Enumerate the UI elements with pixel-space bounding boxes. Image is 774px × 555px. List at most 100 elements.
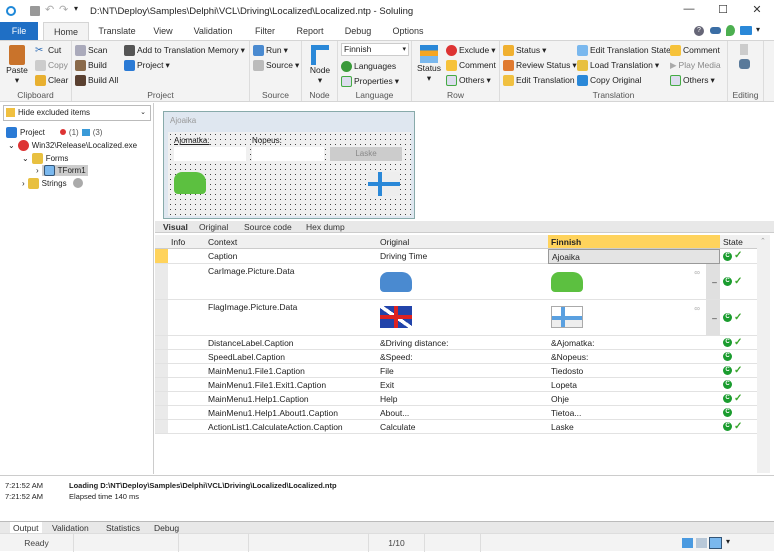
translation-cell[interactable]: Tietoa... (548, 406, 720, 420)
column-header-info[interactable]: Info (168, 235, 205, 249)
tree-node-forms[interactable]: ⌄ Forms (22, 152, 68, 164)
translation-status-button[interactable]: Status ▾ (503, 43, 546, 57)
preview-distance-input[interactable] (174, 147, 246, 161)
collapse-icon[interactable]: ⌄ (22, 154, 29, 163)
original-cell[interactable] (377, 264, 548, 300)
context-cell[interactable]: MainMenu1.Help1.Caption (205, 392, 377, 406)
tree-node-exe[interactable]: ⌄ Win32\Release\Localized.exe (8, 139, 137, 151)
source-button[interactable]: Source ▾ (253, 58, 299, 72)
load-translation-button[interactable]: Load Translation ▾ (577, 58, 659, 72)
context-cell[interactable]: MainMenu1.File1.Caption (205, 364, 377, 378)
grid-scrollbar[interactable]: ⌃ (757, 235, 770, 473)
add-to-tm-button[interactable]: Add to Translation Memory ▾ (124, 43, 245, 57)
preview-form[interactable]: Ajoaika Ajomatka: Nopeus: Laske (163, 111, 415, 219)
context-cell[interactable]: MainMenu1.File1.Exit1.Caption (205, 378, 377, 392)
row-header[interactable] (155, 364, 168, 378)
column-header-original[interactable]: Original (377, 235, 548, 249)
context-cell[interactable]: Caption (205, 249, 377, 264)
help-icon[interactable]: ? (694, 26, 704, 36)
original-cell[interactable]: Calculate (377, 420, 548, 434)
translation-cell[interactable]: Lopeta (548, 378, 720, 392)
translation-cell[interactable]: ∞ (548, 300, 706, 336)
maximize-button[interactable]: ☐ (710, 3, 736, 19)
context-cell[interactable]: MainMenu1.Help1.About1.Caption (205, 406, 377, 420)
layout-columns-icon[interactable] (682, 538, 693, 548)
tab-file[interactable]: File (0, 22, 38, 40)
language-select[interactable]: Finnish ▾ (341, 43, 409, 56)
row-header[interactable] (155, 420, 168, 434)
tree-node-strings[interactable]: › Strings (22, 177, 83, 189)
copy-button[interactable]: Copy (35, 58, 68, 72)
translation-cell[interactable]: &Ajomatka: (548, 336, 720, 350)
translation-cell[interactable]: Tiedosto (548, 364, 720, 378)
tree-node-project[interactable]: Project (1) (3) (6, 126, 102, 138)
row-header[interactable] (155, 300, 168, 336)
brush-icon[interactable] (740, 44, 748, 55)
translation-cell[interactable]: Laske (548, 420, 720, 434)
select-all-corner[interactable] (155, 235, 168, 249)
build-all-button[interactable]: Build All (75, 73, 118, 87)
row-header[interactable] (155, 336, 168, 350)
tab-filter[interactable]: Filter (248, 22, 282, 40)
context-cell[interactable]: FlagImage.Picture.Data (205, 300, 377, 336)
column-header-state[interactable]: State (720, 235, 757, 249)
translation-others-button[interactable]: Others ▾ (670, 73, 715, 87)
image-edit-button[interactable]: – (706, 264, 720, 300)
original-cell[interactable]: Driving Time (377, 249, 548, 264)
paste-button[interactable]: Paste ▾ (4, 45, 30, 86)
original-cell[interactable]: &Speed: (377, 350, 548, 364)
original-cell[interactable] (377, 300, 548, 336)
original-cell[interactable]: &Driving distance: (377, 336, 548, 350)
tab-debug[interactable]: Debug (340, 22, 376, 40)
translation-cell[interactable]: Ohje (548, 392, 720, 406)
row-comment-button[interactable]: Comment (446, 58, 496, 72)
layout-dropdown-icon[interactable]: ▾ (726, 537, 730, 546)
location-icon[interactable] (726, 25, 735, 36)
tab-report[interactable]: Report (292, 22, 328, 40)
minimize-button[interactable]: — (676, 3, 702, 19)
node-button[interactable]: Node ▾ (305, 45, 335, 86)
scroll-up-icon[interactable]: ⌃ (760, 237, 766, 245)
layout-rows-icon[interactable] (696, 538, 707, 548)
tab-validation[interactable]: Validation (188, 22, 238, 40)
row-header[interactable] (155, 264, 168, 300)
languages-button[interactable]: Languages (341, 59, 396, 73)
redo-icon[interactable]: ↷ (59, 3, 68, 16)
copy-original-button[interactable]: Copy Original (577, 73, 642, 87)
original-cell[interactable]: File (377, 364, 548, 378)
tab-view[interactable]: View (145, 22, 181, 40)
filter-dropdown[interactable]: Hide excluded items ⌄ (3, 105, 151, 121)
layout-grid-icon[interactable] (709, 537, 722, 549)
row-header[interactable] (155, 249, 168, 264)
monitor-icon[interactable] (740, 26, 752, 35)
clear-button[interactable]: Clear (35, 73, 68, 87)
tab-hex-dump[interactable]: Hex dump (306, 221, 345, 233)
column-header-finnish[interactable]: Finnish (548, 235, 720, 249)
row-others-button[interactable]: Others ▾ (446, 73, 491, 87)
cut-button[interactable]: ✂ Cut (35, 43, 61, 57)
customize-dropdown-icon[interactable]: ▾ (756, 25, 760, 34)
tab-visual[interactable]: Visual (163, 221, 188, 233)
exclude-button[interactable]: Exclude ▾ (446, 43, 496, 57)
close-button[interactable]: ✕ (744, 3, 770, 19)
row-header[interactable] (155, 378, 168, 392)
row-header[interactable] (155, 350, 168, 364)
row-header[interactable] (155, 406, 168, 420)
run-button[interactable]: Run ▾ (253, 43, 288, 57)
scan-button[interactable]: Scan (75, 43, 107, 57)
tab-source-code[interactable]: Source code (244, 221, 292, 233)
translation-cell[interactable]: &Nopeus: (548, 350, 720, 364)
expand-icon[interactable]: › (22, 179, 25, 188)
tree-node-tform1[interactable]: › TForm1 (36, 164, 88, 176)
collapse-icon[interactable]: ⌄ (8, 141, 15, 150)
tab-original[interactable]: Original (199, 221, 228, 233)
tab-options[interactable]: Options (388, 22, 428, 40)
save-icon[interactable] (30, 6, 40, 16)
translation-cell[interactable]: ∞ (548, 264, 706, 300)
expand-icon[interactable]: › (36, 166, 39, 175)
preview-speed-input[interactable] (252, 147, 324, 161)
context-cell[interactable]: DistanceLabel.Caption (205, 336, 377, 350)
edit-translation-button[interactable]: Edit Translation (503, 73, 575, 87)
tab-home[interactable]: Home (43, 22, 89, 40)
preview-calculate-button[interactable]: Laske (330, 147, 402, 161)
